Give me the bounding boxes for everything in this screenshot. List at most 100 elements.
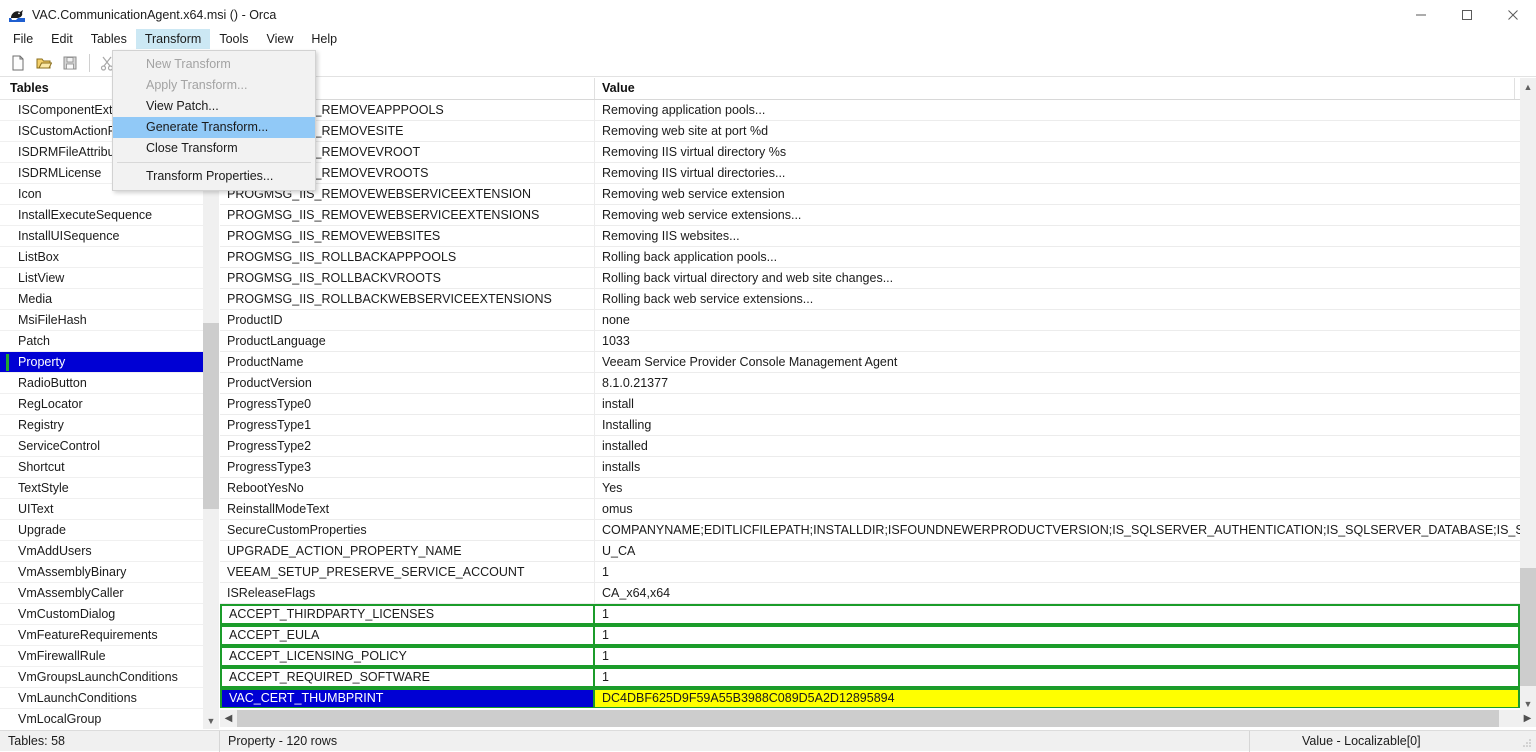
open-folder-icon[interactable] — [32, 51, 56, 75]
grid-row[interactable]: PROGMSG_IIS_REMOVEAPPPOOLSRemoving appli… — [220, 100, 1520, 121]
grid-row[interactable]: ACCEPT_LICENSING_POLICY1 — [220, 646, 1520, 667]
grid-row[interactable]: ReinstallModeTextomus — [220, 499, 1520, 520]
tables-scrollbar-thumb[interactable] — [203, 323, 219, 509]
close-button[interactable] — [1490, 0, 1536, 29]
grid-cell-property[interactable]: ACCEPT_REQUIRED_SOFTWARE — [220, 667, 595, 688]
grid-cell-value[interactable]: Rolling back web service extensions... — [595, 289, 1520, 310]
new-document-icon[interactable] — [6, 51, 30, 75]
column-header-value[interactable]: Value — [595, 78, 1515, 99]
grid-row[interactable]: ProductVersion8.1.0.21377 — [220, 373, 1520, 394]
table-list-item[interactable]: VmFirewallRule — [0, 646, 219, 667]
grid-row[interactable]: PROGMSG_IIS_REMOVESITERemoving web site … — [220, 121, 1520, 142]
minimize-button[interactable] — [1398, 0, 1444, 29]
grid-row[interactable]: ProgressType2installed — [220, 436, 1520, 457]
menu-transform[interactable]: Transform — [136, 29, 211, 49]
menu-item-view-patch[interactable]: View Patch... — [113, 96, 315, 117]
table-list-item[interactable]: MsiFileHash — [0, 310, 219, 331]
grid-cell-property[interactable]: ProgressType1 — [220, 415, 595, 436]
tables-scroll-down-icon[interactable]: ▼ — [203, 712, 219, 729]
grid-cell-value[interactable]: omus — [595, 499, 1520, 520]
grid-cell-value[interactable]: Veeam Service Provider Console Managemen… — [595, 352, 1520, 373]
table-list-item[interactable]: Shortcut — [0, 457, 219, 478]
table-list-item[interactable]: InstallExecuteSequence — [0, 205, 219, 226]
grid-cell-value[interactable]: 1 — [595, 562, 1520, 583]
grid-scroll-up-icon[interactable]: ▲ — [1520, 78, 1536, 95]
grid-cell-value[interactable]: Yes — [595, 478, 1520, 499]
grid-cell-value[interactable]: Rolling back virtual directory and web s… — [595, 268, 1520, 289]
grid-cell-value[interactable]: install — [595, 394, 1520, 415]
table-list-item[interactable]: VmGroupsLaunchConditions — [0, 667, 219, 688]
menu-item-close-transform[interactable]: Close Transform — [113, 138, 315, 159]
table-list-item[interactable]: ServiceControl — [0, 436, 219, 457]
grid-row[interactable]: PROGMSG_IIS_ROLLBACKAPPPOOLSRolling back… — [220, 247, 1520, 268]
resize-grip-icon[interactable] — [1521, 737, 1533, 749]
table-list-item[interactable]: Registry — [0, 415, 219, 436]
menu-help[interactable]: Help — [302, 29, 346, 49]
table-list-item[interactable]: Patch — [0, 331, 219, 352]
grid-cell-property[interactable]: ProgressType3 — [220, 457, 595, 478]
grid-cell-property[interactable]: ProgressType2 — [220, 436, 595, 457]
grid-scroll-right-icon[interactable]: ▶ — [1519, 710, 1536, 727]
grid-cell-value[interactable]: Removing web site at port %d — [595, 121, 1520, 142]
menu-edit[interactable]: Edit — [42, 29, 82, 49]
grid-cell-property[interactable]: PROGMSG_IIS_REMOVEWEBSERVICEEXTENSIONS — [220, 205, 595, 226]
grid-cell-value[interactable]: Installing — [595, 415, 1520, 436]
grid-cell-property[interactable]: ACCEPT_LICENSING_POLICY — [220, 646, 595, 667]
grid-cell-value[interactable]: 1 — [595, 646, 1520, 667]
table-list-item[interactable]: RadioButton — [0, 373, 219, 394]
table-list-item[interactable]: VmCustomDialog — [0, 604, 219, 625]
grid-cell-value[interactable]: Removing application pools... — [595, 100, 1520, 121]
floppy-disk-icon[interactable] — [58, 51, 82, 75]
grid-cell-property[interactable]: PROGMSG_IIS_REMOVEWEBSITES — [220, 226, 595, 247]
grid-row[interactable]: PROGMSG_IIS_ROLLBACKWEBSERVICEEXTENSIONS… — [220, 289, 1520, 310]
grid-cell-property[interactable]: PROGMSG_IIS_ROLLBACKVROOTS — [220, 268, 595, 289]
grid-cell-property[interactable]: ProductVersion — [220, 373, 595, 394]
grid-row[interactable]: VEEAM_SETUP_PRESERVE_SERVICE_ACCOUNT1 — [220, 562, 1520, 583]
grid-cell-value[interactable]: 1033 — [595, 331, 1520, 352]
table-list-item[interactable]: Media — [0, 289, 219, 310]
grid-cell-value[interactable]: CA_x64,x64 — [595, 583, 1520, 604]
grid-cell-property[interactable]: ISReleaseFlags — [220, 583, 595, 604]
grid-cell-value[interactable]: installed — [595, 436, 1520, 457]
grid-cell-property[interactable]: ProductID — [220, 310, 595, 331]
grid-cell-value[interactable]: DC4DBF625D9F59A55B3988C089D5A2D12895894 — [595, 688, 1520, 708]
grid-cell-value[interactable]: 8.1.0.21377 — [595, 373, 1520, 394]
table-list-item[interactable]: UIText — [0, 499, 219, 520]
grid-cell-property[interactable]: ProductLanguage — [220, 331, 595, 352]
grid-cell-property[interactable]: VEEAM_SETUP_PRESERVE_SERVICE_ACCOUNT — [220, 562, 595, 583]
tables-list[interactable]: ISComponentExteISCustomActionRISDRMFileA… — [0, 100, 219, 729]
menu-item-transform-properties[interactable]: Transform Properties... — [113, 166, 315, 187]
table-list-item[interactable]: VmLocalGroup — [0, 709, 219, 729]
grid-row[interactable]: PROGMSG_IIS_REMOVEWEBSERVICEEXTENSIONSRe… — [220, 205, 1520, 226]
table-list-item[interactable]: VmAddUsers — [0, 541, 219, 562]
grid-row[interactable]: RebootYesNoYes — [220, 478, 1520, 499]
grid-cell-value[interactable]: COMPANYNAME;EDITLICFILEPATH;INSTALLDIR;I… — [595, 520, 1520, 541]
grid-scroll-left-icon[interactable]: ◀ — [220, 710, 237, 727]
table-list-item[interactable]: VmLaunchConditions — [0, 688, 219, 709]
grid-cell-value[interactable]: none — [595, 310, 1520, 331]
grid-cell-property[interactable]: ACCEPT_EULA — [220, 625, 595, 646]
menu-item-generate-transform[interactable]: Generate Transform... — [113, 117, 315, 138]
grid-cell-property[interactable]: PROGMSG_IIS_ROLLBACKAPPPOOLS — [220, 247, 595, 268]
table-list-item[interactable]: VmFeatureRequirements — [0, 625, 219, 646]
table-list-item[interactable]: ListView — [0, 268, 219, 289]
grid-cell-value[interactable]: 1 — [595, 604, 1520, 625]
grid-vertical-scrollbar[interactable]: ▲ ▼ — [1520, 78, 1536, 712]
grid-row[interactable]: ProgressType3installs — [220, 457, 1520, 478]
grid-cell-value[interactable]: U_CA — [595, 541, 1520, 562]
table-list-item[interactable]: ListBox — [0, 247, 219, 268]
grid-horizontal-scrollbar[interactable]: ◀ ▶ — [220, 710, 1536, 727]
grid-cell-property[interactable]: ProgressType0 — [220, 394, 595, 415]
grid-cell-property[interactable]: ACCEPT_THIRDPARTY_LICENSES — [220, 604, 595, 625]
grid-row[interactable]: PROGMSG_IIS_ROLLBACKVROOTSRolling back v… — [220, 268, 1520, 289]
menu-tables[interactable]: Tables — [82, 29, 136, 49]
grid-row[interactable]: PROGMSG_IIS_REMOVEWEBSERVICEEXTENSIONRem… — [220, 184, 1520, 205]
grid-cell-value[interactable]: Removing web service extensions... — [595, 205, 1520, 226]
table-list-item[interactable]: Upgrade — [0, 520, 219, 541]
grid-row[interactable]: PROGMSG_IIS_REMOVEVROOTRemoving IIS virt… — [220, 142, 1520, 163]
grid-row[interactable]: ACCEPT_EULA1 — [220, 625, 1520, 646]
grid-vscrollbar-thumb[interactable] — [1520, 568, 1536, 686]
maximize-button[interactable] — [1444, 0, 1490, 29]
grid-row[interactable]: ProgressType1Installing — [220, 415, 1520, 436]
grid-cell-value[interactable]: installs — [595, 457, 1520, 478]
